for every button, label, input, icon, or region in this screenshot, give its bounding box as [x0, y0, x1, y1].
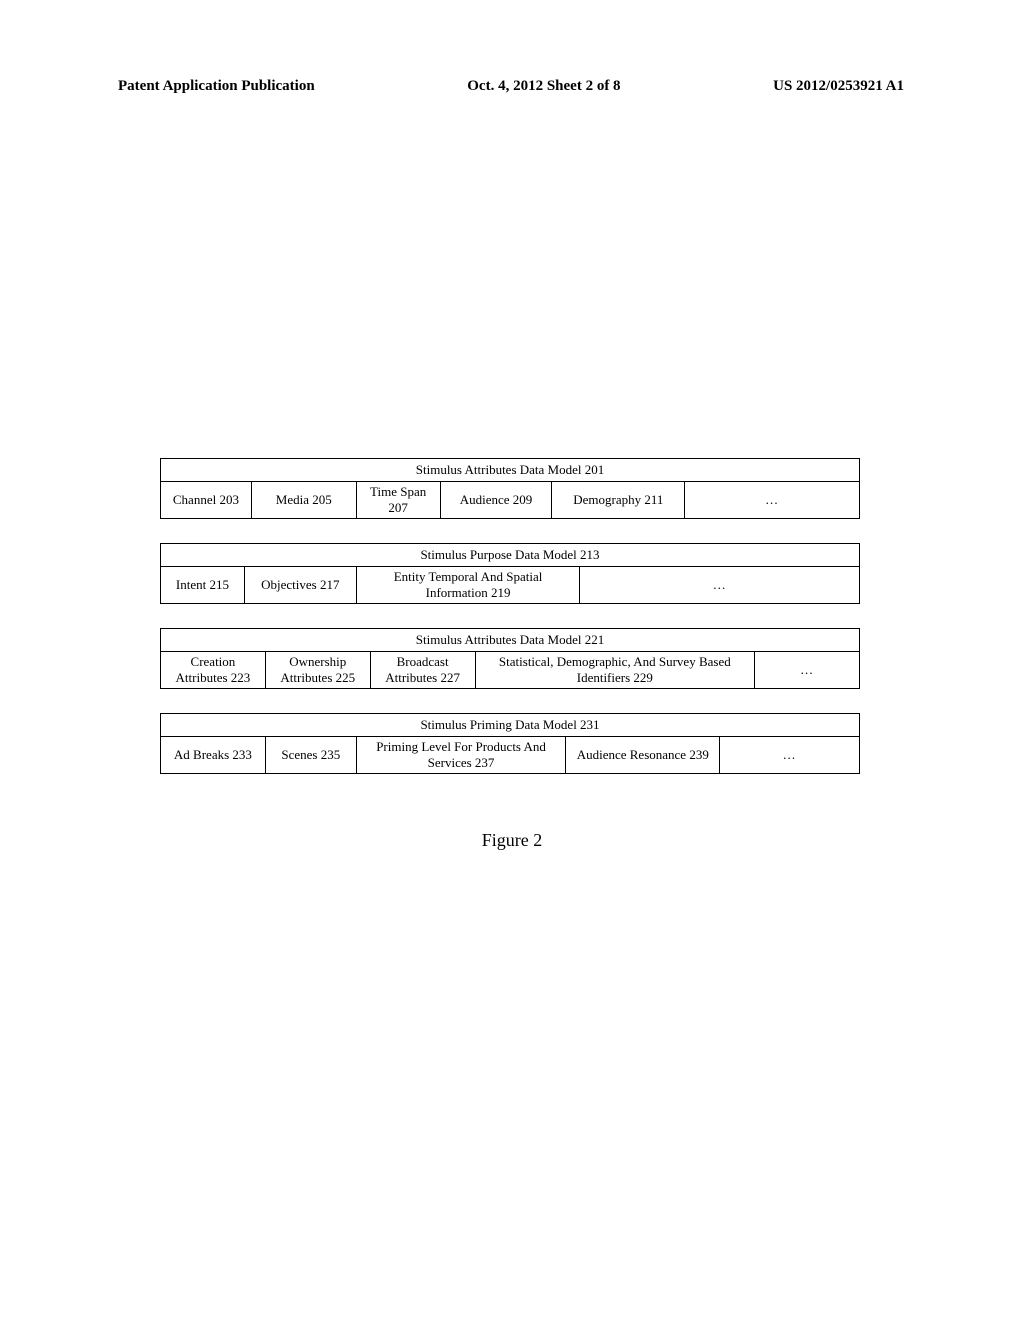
cell: Ad Breaks 233 — [161, 737, 266, 774]
table-title: Stimulus Purpose Data Model 213 — [161, 544, 860, 567]
cell: Statistical, Demographic, And Survey Bas… — [475, 652, 755, 689]
cell: Priming Level For Products And Services … — [356, 737, 566, 774]
table-title: Stimulus Attributes Data Model 201 — [161, 459, 860, 482]
table-data-row: Intent 215 Objectives 217 Entity Tempora… — [161, 567, 860, 604]
cell-ellipsis: … — [685, 482, 860, 519]
cell-ellipsis: … — [720, 737, 860, 774]
table-data-row: Channel 203 Media 205 Time Span 207 Audi… — [161, 482, 860, 519]
cell: Ownership Attributes 225 — [265, 652, 370, 689]
cell: Creation Attributes 223 — [161, 652, 266, 689]
table-title-row: Stimulus Priming Data Model 231 — [161, 714, 860, 737]
table-213: Stimulus Purpose Data Model 213 Intent 2… — [160, 543, 860, 604]
table-title: Stimulus Attributes Data Model 221 — [161, 629, 860, 652]
header-left: Patent Application Publication — [118, 78, 315, 95]
cell: Demography 211 — [552, 482, 685, 519]
cell-ellipsis: … — [580, 567, 860, 604]
table-title: Stimulus Priming Data Model 231 — [161, 714, 860, 737]
table-201: Stimulus Attributes Data Model 201 Chann… — [160, 458, 860, 519]
table-title-row: Stimulus Attributes Data Model 201 — [161, 459, 860, 482]
header-center: Oct. 4, 2012 Sheet 2 of 8 — [467, 78, 620, 95]
cell: Channel 203 — [161, 482, 252, 519]
table-title-row: Stimulus Purpose Data Model 213 — [161, 544, 860, 567]
tables-container: Stimulus Attributes Data Model 201 Chann… — [160, 458, 860, 798]
cell: Audience Resonance 239 — [566, 737, 720, 774]
cell: Objectives 217 — [244, 567, 356, 604]
cell: Audience 209 — [440, 482, 552, 519]
cell: Media 205 — [251, 482, 356, 519]
table-data-row: Creation Attributes 223 Ownership Attrib… — [161, 652, 860, 689]
table-data-row: Ad Breaks 233 Scenes 235 Priming Level F… — [161, 737, 860, 774]
figure-caption: Figure 2 — [0, 830, 1024, 851]
cell: Time Span 207 — [356, 482, 440, 519]
table-title-row: Stimulus Attributes Data Model 221 — [161, 629, 860, 652]
cell: Broadcast Attributes 227 — [370, 652, 475, 689]
cell: Scenes 235 — [265, 737, 356, 774]
table-221: Stimulus Attributes Data Model 221 Creat… — [160, 628, 860, 689]
page-header: Patent Application Publication Oct. 4, 2… — [0, 78, 1024, 95]
cell-ellipsis: … — [755, 652, 860, 689]
cell: Intent 215 — [161, 567, 245, 604]
cell: Entity Temporal And Spatial Information … — [356, 567, 580, 604]
table-231: Stimulus Priming Data Model 231 Ad Break… — [160, 713, 860, 774]
header-right: US 2012/0253921 A1 — [773, 78, 904, 95]
